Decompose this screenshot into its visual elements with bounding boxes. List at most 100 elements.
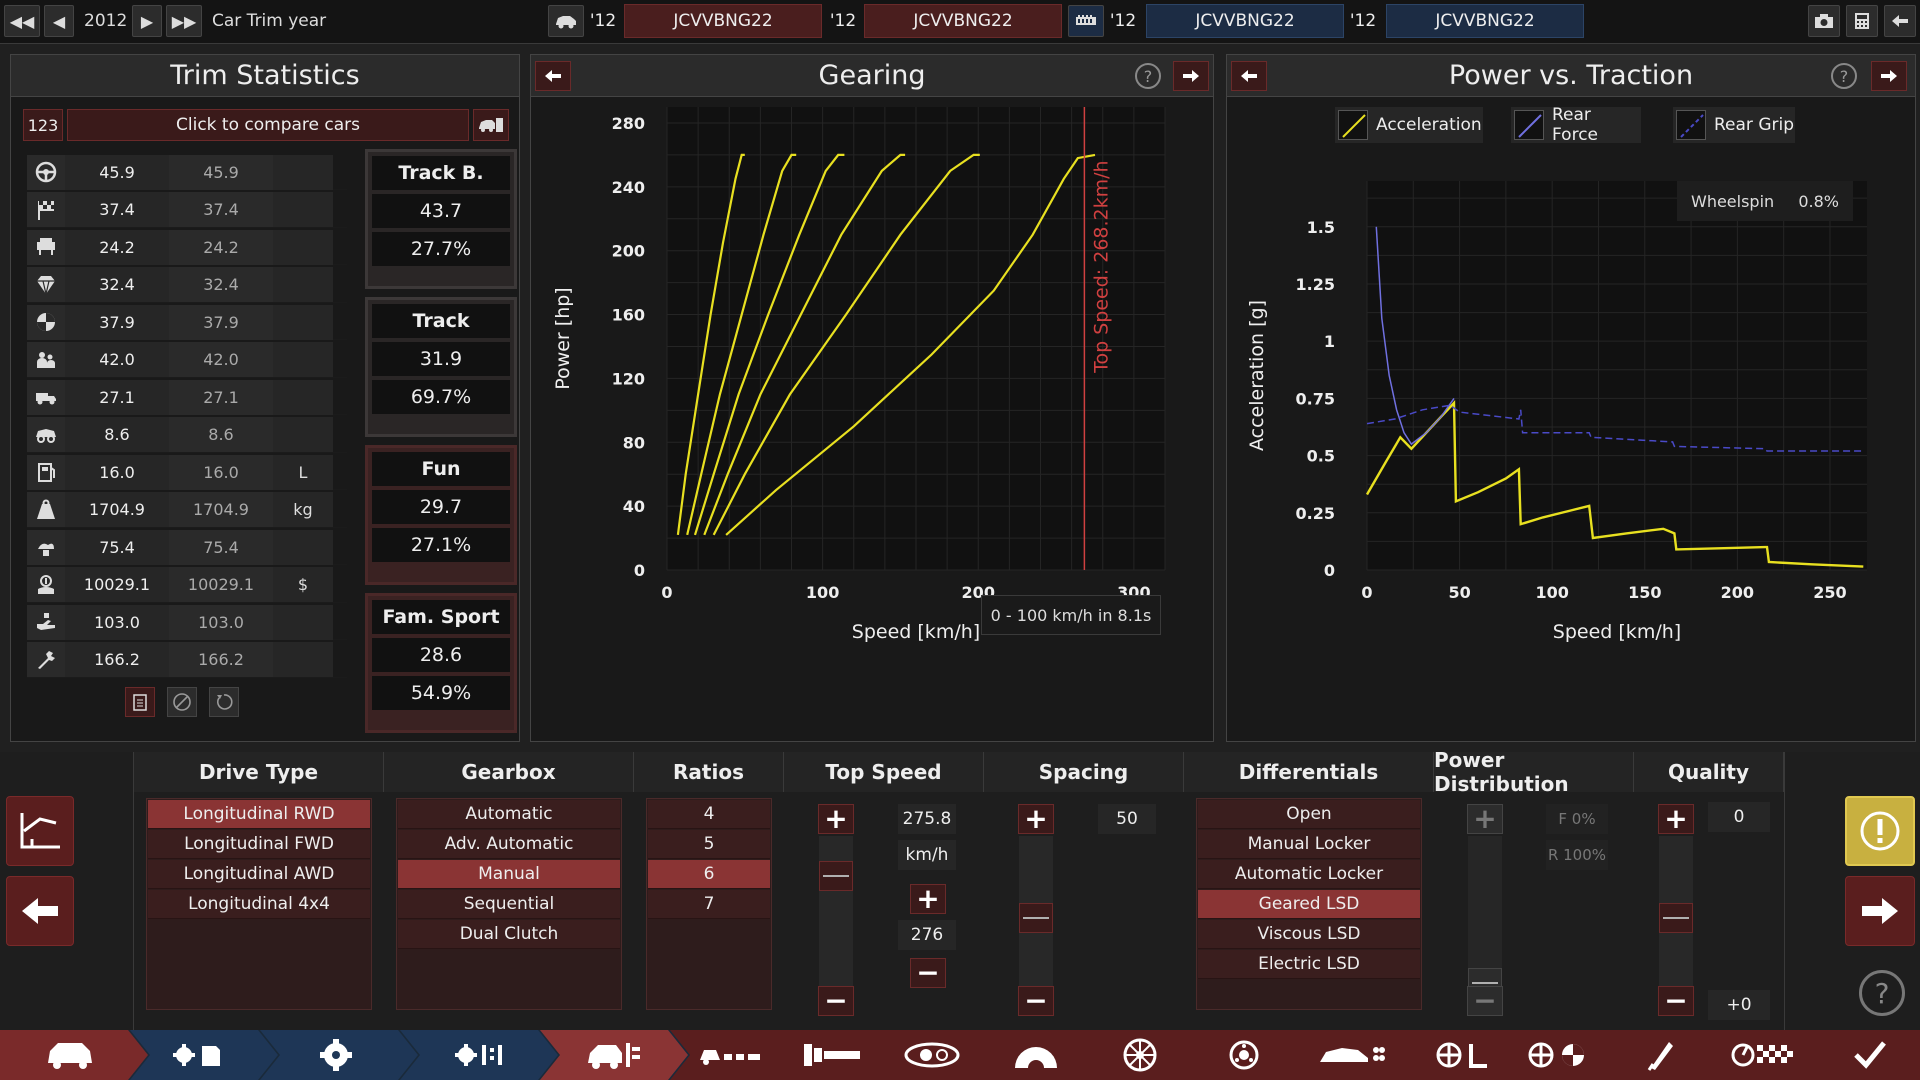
top-speed-minus-button[interactable]: − — [818, 986, 854, 1016]
service-icon — [27, 642, 65, 677]
stat-compare-value: 37.4 — [169, 192, 273, 227]
spacing-minus-button[interactable]: − — [1018, 986, 1054, 1016]
ratios-option[interactable]: 4 — [648, 800, 770, 829]
clipboard-icon[interactable] — [125, 687, 155, 717]
ratios-option[interactable]: 5 — [648, 830, 770, 859]
quality-slider-thumb[interactable] — [1659, 903, 1693, 933]
tab-testing[interactable] — [1620, 1030, 1700, 1080]
slot-car-2[interactable]: JCVVBNG22 — [864, 4, 1062, 38]
slot-car-1[interactable]: JCVVBNG22 — [624, 4, 822, 38]
slot-engine-1[interactable]: JCVVBNG22 — [1146, 4, 1344, 38]
power-dist-minus-button: − — [1467, 986, 1503, 1016]
compare-cars-button[interactable]: Click to compare cars — [67, 109, 469, 141]
gearbox-option[interactable]: Dual Clutch — [398, 920, 620, 949]
warning-icon[interactable] — [1845, 796, 1915, 866]
next-year-icon[interactable]: ▶ — [132, 5, 162, 37]
tab-engine-family[interactable] — [160, 1030, 240, 1080]
reset-icon[interactable] — [209, 687, 239, 717]
camera-icon[interactable] — [1808, 5, 1840, 37]
slot-year: '12 — [829, 11, 857, 31]
gearbox-option[interactable]: Automatic — [398, 800, 620, 829]
top-speed-plus-button[interactable]: + — [818, 804, 854, 834]
drive-type-option[interactable]: Longitudinal AWD — [148, 860, 370, 889]
tab-safety[interactable] — [1420, 1030, 1510, 1080]
next-chart-button[interactable] — [1871, 61, 1907, 91]
drive-type-option[interactable]: Longitudinal RWD — [148, 800, 370, 829]
help-icon[interactable]: ? — [1859, 970, 1905, 1016]
tab-engine-block[interactable] — [296, 1030, 376, 1080]
spacing-slider-thumb[interactable] — [1019, 903, 1053, 933]
back-button[interactable] — [6, 876, 74, 946]
gearbox-option[interactable]: Sequential — [398, 890, 620, 919]
stat-compare-value: 37.9 — [169, 304, 273, 340]
tab-finalize[interactable] — [1718, 1030, 1808, 1080]
tab-fixture[interactable] — [894, 1030, 974, 1080]
tab-body[interactable] — [30, 1030, 110, 1080]
fast-forward-icon[interactable]: ▶▶ — [166, 5, 202, 37]
gearbox-option[interactable]: Manual — [398, 860, 620, 889]
compare-car-icon[interactable] — [473, 109, 509, 141]
top-speed-slider-thumb[interactable] — [819, 861, 853, 892]
slot-engine-2[interactable]: JCVVBNG22 — [1386, 4, 1584, 38]
tab-aero[interactable] — [996, 1030, 1076, 1080]
help-icon[interactable]: ? — [1831, 63, 1857, 89]
clear-icon[interactable] — [167, 687, 197, 717]
drive-type-option[interactable]: Longitudinal 4x4 — [148, 890, 370, 919]
x-tick-label: 100 — [806, 583, 839, 602]
stat-value: 16.0 — [65, 454, 169, 490]
target-speed-minus-button[interactable]: − — [910, 958, 946, 988]
differentials-option[interactable]: Manual Locker — [1198, 830, 1420, 859]
spacing-plus-button[interactable]: + — [1018, 804, 1054, 834]
x-tick-label: 50 — [1448, 583, 1470, 602]
differentials-option[interactable]: Electric LSD — [1198, 950, 1420, 979]
target-speed-plus-button[interactable]: + — [910, 884, 946, 914]
tab-engine-tuning[interactable] — [440, 1030, 520, 1080]
tab-confirm[interactable] — [1830, 1030, 1910, 1080]
differentials-option[interactable]: Automatic Locker — [1198, 860, 1420, 889]
back-arrow-icon[interactable] — [1884, 5, 1916, 37]
stat-row: 45.9 45.9 — [27, 154, 347, 190]
stat-unit — [273, 229, 333, 265]
quality-plus-button[interactable]: + — [1658, 804, 1694, 834]
wheelspin-box: Wheelspin 0.8% — [1677, 181, 1853, 221]
tab-brakes[interactable] — [1204, 1030, 1284, 1080]
quality-header: Quality — [1634, 752, 1784, 792]
panel-title: Gearing — [531, 55, 1213, 97]
prev-year-icon[interactable]: ◀ — [44, 5, 74, 37]
tab-interior[interactable] — [1308, 1030, 1398, 1080]
stat-row: 16.0 16.0 L — [27, 454, 347, 490]
next-chart-button[interactable] — [1173, 61, 1209, 91]
ratios-option[interactable]: 7 — [648, 890, 770, 919]
stat-unit — [273, 342, 333, 377]
engine-icon[interactable] — [1068, 5, 1104, 37]
top-speed-slider[interactable] — [819, 836, 853, 998]
stat-value: 37.4 — [65, 192, 169, 227]
slot-year: '12 — [1109, 11, 1137, 31]
differentials-option[interactable]: Open — [1198, 800, 1420, 829]
tab-drivetrain[interactable] — [574, 1030, 654, 1080]
previous-chart-button[interactable] — [535, 61, 571, 91]
differentials-option[interactable]: Geared LSD — [1198, 890, 1420, 919]
stat-value: 8.6 — [65, 417, 169, 452]
gearbox-option[interactable]: Adv. Automatic — [398, 830, 620, 859]
ratios-option[interactable]: 6 — [648, 860, 770, 889]
quality-minus-button[interactable]: − — [1658, 986, 1694, 1016]
category-name: Fun — [372, 452, 510, 486]
seat-icon — [27, 229, 65, 265]
tab-suspension[interactable] — [792, 1030, 872, 1080]
rewind-icon[interactable]: ◀◀ — [4, 5, 40, 37]
differentials-option[interactable]: Viscous LSD — [1198, 920, 1420, 949]
stat-compare-value: 24.2 — [169, 229, 273, 265]
next-button[interactable] — [1845, 876, 1915, 946]
stat-row: 37.4 37.4 — [27, 192, 347, 228]
tab-wheels[interactable] — [1100, 1030, 1180, 1080]
x-tick-label: 100 — [1535, 583, 1568, 602]
graph-view-icon[interactable] — [6, 796, 74, 866]
previous-chart-button[interactable] — [1231, 61, 1267, 91]
tab-chassis[interactable] — [690, 1030, 770, 1080]
help-icon[interactable]: ? — [1135, 63, 1161, 89]
car-icon[interactable] — [548, 5, 584, 37]
drive-type-option[interactable]: Longitudinal FWD — [148, 830, 370, 859]
calculator-icon[interactable] — [1846, 5, 1878, 37]
tab-tuning[interactable] — [1514, 1030, 1604, 1080]
